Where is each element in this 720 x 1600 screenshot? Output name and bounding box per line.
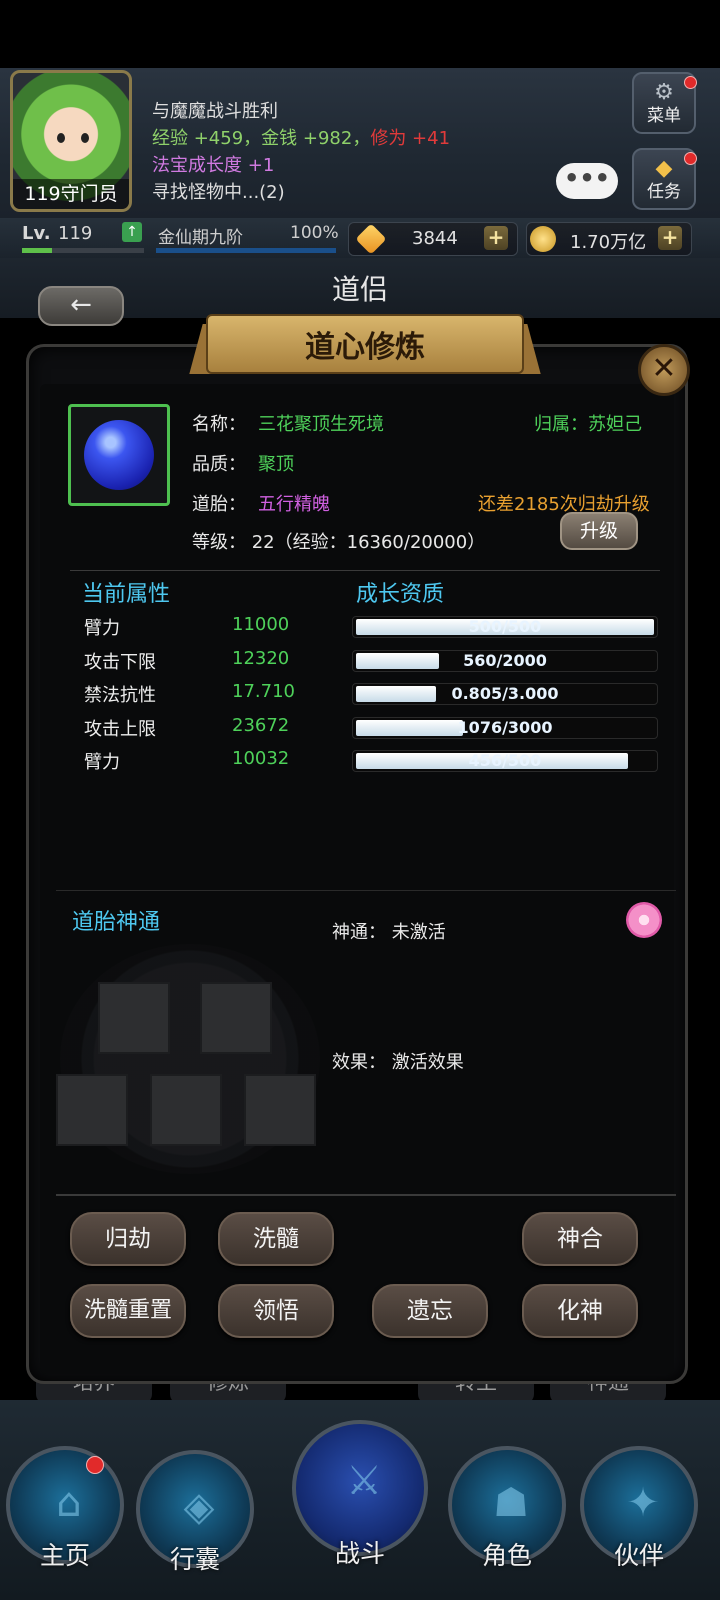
item-embryo: 五行精魄 [258, 494, 330, 515]
add-gems-button[interactable]: + [484, 226, 508, 250]
item-embryo-label: 道胎： [192, 494, 246, 515]
realm-name: 金仙期九阶 [158, 228, 243, 248]
divine-slot[interactable] [244, 1074, 316, 1146]
battle-log-line-1: 与魔魔战斗胜利 [152, 101, 278, 122]
divider [56, 1194, 676, 1196]
guijie-button[interactable]: 归劫 [70, 1212, 186, 1266]
attribute-value: 17.710 [232, 681, 295, 702]
current-attributes-heading: 当前属性 [82, 582, 171, 607]
level-tag: Lv. [22, 223, 51, 244]
battle-log-line-2: 经验 +459，金钱 +982，修为 +41 [152, 125, 450, 152]
growth-value: 560/2000 [463, 651, 547, 670]
attribute-value: 10032 [232, 748, 290, 769]
treasure-growth-value: +1 [247, 155, 275, 176]
xisui-button[interactable]: 洗髓 [218, 1212, 334, 1266]
blue-orb-icon [84, 420, 154, 490]
home-notification-dot [86, 1456, 104, 1474]
task-label: 任务 [647, 182, 681, 202]
gem-amount: 3844 [412, 228, 458, 249]
growth-value: 500/500 [468, 617, 542, 636]
shenhe-button[interactable]: 神合 [522, 1212, 638, 1266]
bag-icon: ◈ [183, 1484, 215, 1530]
sword-icon: ⚔ [346, 1458, 382, 1504]
divine-slot[interactable] [150, 1074, 222, 1146]
panel-title: 道心修炼 [305, 330, 425, 365]
divine-effect: 效果： 激活效果 [332, 1052, 464, 1073]
growth-value: 0.805/3.000 [451, 684, 559, 703]
nav-bag-label: 行囊 [169, 1545, 220, 1574]
chat-button[interactable]: ••• [556, 163, 618, 199]
attribute-name: 攻击上限 [84, 719, 156, 740]
item-quality-label: 品质： [192, 454, 246, 475]
item-quality: 聚顶 [258, 454, 294, 475]
gold-amount: 1.70万亿 [570, 232, 647, 253]
nav-battle-label: 战斗 [334, 1539, 385, 1568]
page-title: 道侣 [331, 273, 388, 306]
close-icon: ✕ [651, 351, 677, 386]
avatar-eye-right [81, 133, 89, 143]
divine-slot[interactable] [200, 982, 272, 1054]
player-avatar[interactable]: 119守门员 [10, 70, 132, 212]
divider [56, 890, 676, 891]
attribute-name: 臂力 [84, 752, 120, 773]
add-gold-button[interactable]: + [658, 226, 682, 250]
yiwang-button[interactable]: 遗忘 [372, 1284, 488, 1338]
player-level: 119 [58, 223, 93, 244]
realm-percent: 100% [290, 223, 339, 243]
menu-notification-dot [684, 76, 697, 89]
divine-status: 神通： 未激活 [332, 922, 446, 943]
reward-cultivation: 修为 +41 [370, 128, 451, 149]
level-exp-bar-fill [22, 248, 52, 253]
status-bar [0, 0, 720, 68]
home-icon: ⌂ [56, 1480, 82, 1526]
chat-icon: ••• [563, 164, 611, 192]
reward-exp-gold: 经验 +459，金钱 +982， [152, 128, 371, 149]
item-name: 三花聚顶生死境 [258, 414, 384, 435]
attribute-name: 臂力 [84, 618, 120, 639]
attribute-value: 11000 [232, 614, 290, 635]
lingwu-button[interactable]: 领悟 [218, 1284, 334, 1338]
lotus-flower-icon[interactable] [626, 902, 662, 938]
growth-aptitude-heading: 成长资质 [356, 582, 445, 607]
menu-label: 菜单 [647, 106, 681, 126]
embryo-divine-heading: 道胎神通 [72, 910, 161, 935]
gold-coin-icon [530, 226, 556, 252]
attribute-value: 12320 [232, 648, 290, 669]
nav-home-label: 主页 [39, 1541, 90, 1570]
divine-slot[interactable] [56, 1074, 128, 1146]
avatar-level-name: 119守门员 [13, 179, 129, 209]
attribute-name: 攻击下限 [84, 652, 156, 673]
nav-role-label: 角色 [481, 1541, 532, 1570]
huashen-button[interactable]: 化神 [522, 1284, 638, 1338]
attribute-value: 23672 [232, 715, 290, 736]
level-up-icon: ↑ [122, 222, 142, 242]
character-icon: ☗ [493, 1480, 529, 1526]
item-owner: 归属：苏妲己 [534, 414, 642, 435]
treasure-growth-label: 法宝成长度 [152, 155, 248, 176]
growth-value: 456/500 [468, 751, 542, 770]
avatar-eye-left [57, 133, 65, 143]
battle-log-line-3: 法宝成长度 +1 [152, 152, 274, 179]
battle-log-line-4: 寻找怪物中...(2) [152, 182, 285, 203]
xisui-reset-button[interactable]: 洗髓重置 [70, 1284, 186, 1338]
nav-partner-label: 伙伴 [613, 1541, 664, 1570]
task-notification-dot [684, 152, 697, 165]
realm-progress-bar [156, 248, 336, 253]
item-name-label: 名称： [192, 414, 246, 435]
upgrade-button[interactable]: 升级 [560, 512, 638, 550]
partner-icon: ✦ [626, 1480, 660, 1526]
attribute-name: 禁法抗性 [84, 685, 156, 706]
divine-slot[interactable] [98, 982, 170, 1054]
growth-value: 1076/3000 [457, 718, 553, 737]
item-level: 等级： 22（经验：16360/20000） [192, 532, 486, 553]
divider [70, 570, 660, 571]
